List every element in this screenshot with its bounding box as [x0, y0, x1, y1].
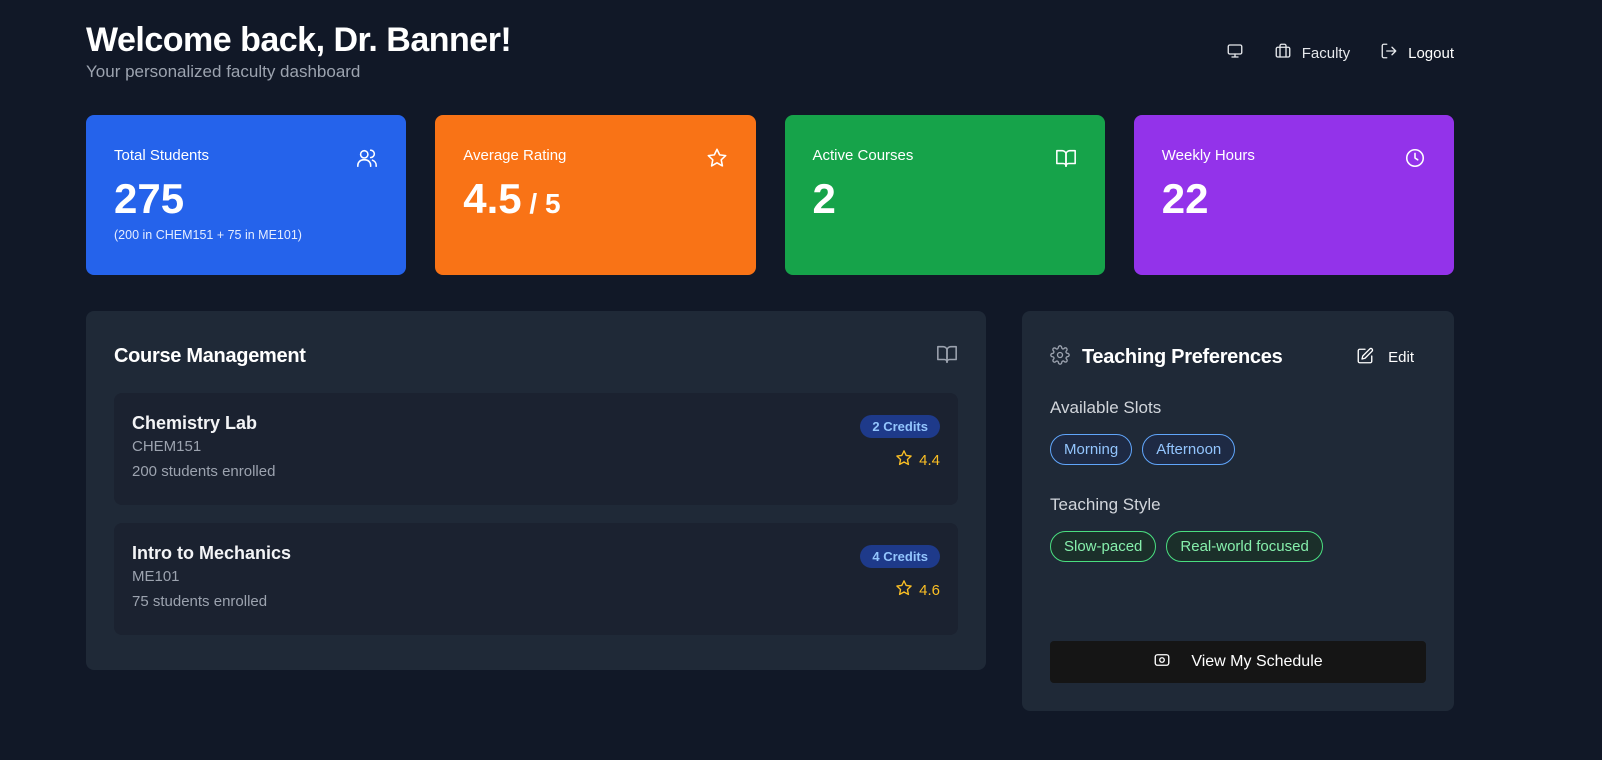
monitor-icon	[1226, 42, 1244, 64]
available-slots-tags: Morning Afternoon	[1050, 434, 1426, 465]
star-icon	[706, 147, 728, 169]
logout-button[interactable]: Logout	[1380, 42, 1454, 64]
stat-card-total-students: Total Students 275 (200 in CHEM151 + 75 …	[86, 115, 407, 275]
page-subtitle: Your personalized faculty dashboard	[86, 62, 361, 81]
logout-icon	[1380, 42, 1398, 64]
course-rating: 4.4	[895, 449, 940, 471]
faculty-nav-label: Faculty	[1301, 44, 1351, 62]
stat-note: (200 in CHEM151 + 75 in ME101)	[114, 228, 302, 242]
view-schedule-label: View My Schedule	[1191, 653, 1323, 670]
course-rating-value: 4.6	[919, 581, 940, 599]
edit-icon	[1356, 347, 1374, 369]
course-code: ME101	[132, 568, 180, 585]
header: Welcome back, Dr. Banner! Your personali…	[86, 20, 1454, 90]
stat-value: 275	[114, 175, 185, 222]
teaching-style-tags: Slow-paced Real-world focused	[1050, 531, 1426, 562]
course-rating: 4.6	[895, 579, 940, 601]
star-icon	[895, 449, 913, 471]
edit-label: Edit	[1388, 349, 1414, 366]
teaching-preferences-title: Teaching Preferences	[1082, 346, 1283, 368]
book-open-icon	[1055, 147, 1077, 169]
schedule-icon	[1153, 651, 1171, 674]
course-enrollment: 200 students enrolled	[132, 463, 276, 480]
course-code: CHEM151	[132, 438, 202, 455]
faculty-nav-button[interactable]: Faculty	[1274, 42, 1350, 64]
top-nav: Faculty Logout	[1226, 42, 1454, 64]
teaching-style-label: Teaching Style	[1050, 495, 1161, 514]
course-management-title: Course Management	[114, 344, 306, 367]
course-name: Intro to Mechanics	[132, 543, 292, 563]
course-management-panel: Course Management Chemistry Lab CHEM151 …	[86, 311, 986, 670]
stat-value: 22	[1161, 175, 1209, 222]
logout-label: Logout	[1408, 44, 1454, 62]
course-card[interactable]: Chemistry Lab CHEM151 200 students enrol…	[114, 393, 958, 505]
course-management-header: Course Management	[114, 339, 958, 373]
stat-card-weekly-hours: Weekly Hours 22	[1133, 115, 1454, 275]
course-list: Chemistry Lab CHEM151 200 students enrol…	[114, 393, 958, 635]
gear-icon	[1050, 345, 1070, 370]
book-open-icon	[936, 343, 958, 370]
display-toggle-button[interactable]	[1226, 42, 1244, 64]
stat-label: Weekly Hours	[1161, 147, 1255, 164]
slot-tag: Afternoon	[1142, 434, 1236, 465]
style-tag: Slow-paced	[1050, 531, 1157, 562]
stat-label: Average Rating	[463, 147, 567, 164]
view-schedule-button[interactable]: View My Schedule	[1050, 641, 1426, 683]
style-tag: Real-world focused	[1166, 531, 1323, 562]
stat-label: Active Courses	[812, 147, 914, 164]
stat-card-active-courses: Active Courses 2	[784, 115, 1105, 275]
stat-value: 2	[812, 175, 836, 222]
slot-tag: Morning	[1050, 434, 1133, 465]
course-card[interactable]: Intro to Mechanics ME101 75 students enr…	[114, 523, 958, 635]
stat-label: Total Students	[114, 147, 210, 164]
teaching-preferences-panel: Teaching Preferences Edit Available Slot…	[1022, 311, 1454, 711]
credits-badge: 2 Credits	[860, 415, 940, 438]
briefcase-icon	[1274, 42, 1292, 64]
stat-card-average-rating: Average Rating 4.5 / 5	[435, 115, 756, 275]
teaching-preferences-header: Teaching Preferences Edit	[1050, 345, 1426, 370]
rating-value: 4.5	[463, 175, 522, 222]
star-icon	[895, 579, 913, 601]
stat-value: 4.5 / 5	[463, 176, 727, 227]
clock-icon	[1404, 147, 1426, 169]
edit-preferences-button[interactable]: Edit	[1356, 347, 1426, 369]
stats-row: Total Students 275 (200 in CHEM151 + 75 …	[86, 115, 1454, 275]
rating-suffix: / 5	[521, 188, 561, 219]
course-name: Chemistry Lab	[132, 413, 258, 433]
credits-badge: 4 Credits	[860, 545, 940, 568]
users-icon	[356, 147, 378, 169]
faculty-dashboard: Welcome back, Dr. Banner! Your personali…	[0, 0, 1602, 760]
course-rating-value: 4.4	[919, 451, 940, 469]
course-enrollment: 75 students enrolled	[132, 593, 268, 610]
available-slots-label: Available Slots	[1050, 398, 1162, 417]
